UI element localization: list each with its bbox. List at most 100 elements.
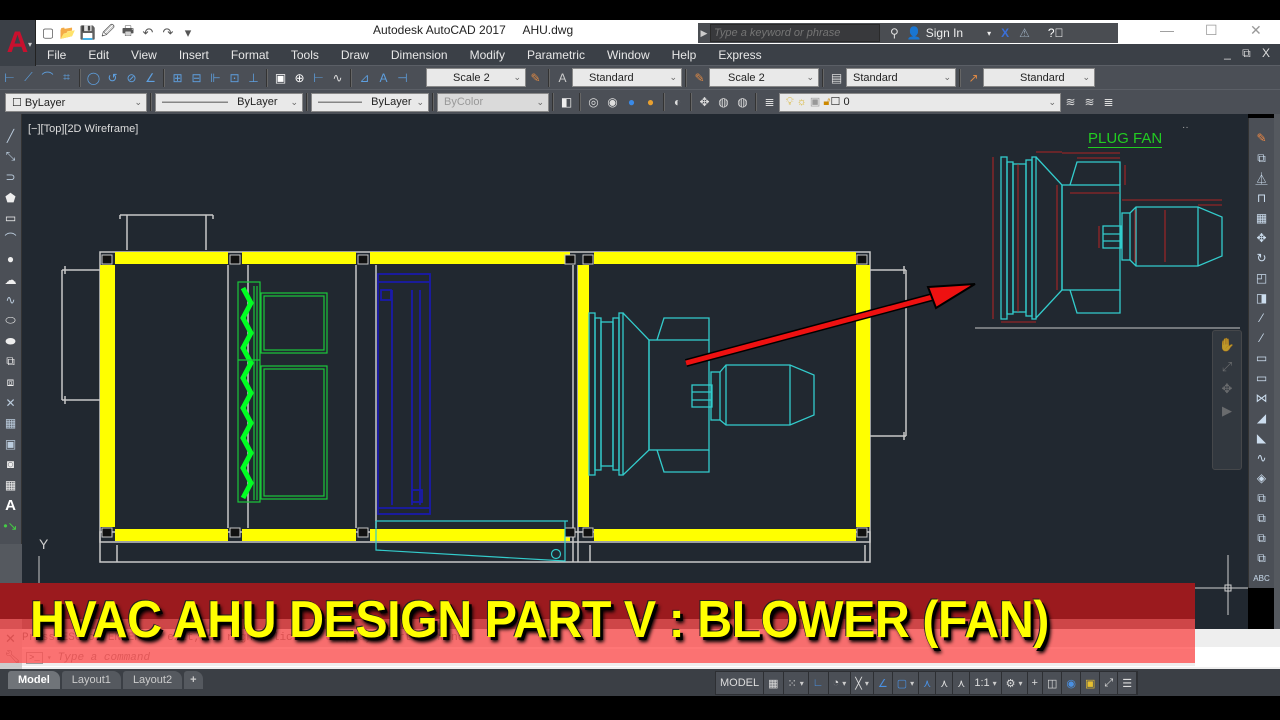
arc-length-icon[interactable]: ⌒: [38, 68, 57, 87]
draw-order-above-icon[interactable]: ⧉: [1252, 528, 1272, 548]
annotation-visibility-icon[interactable]: ⋏: [919, 672, 937, 694]
annotation-scale-select[interactable]: Scale 2 ⌄: [709, 68, 819, 87]
quick-dimension-icon[interactable]: ⊞: [168, 68, 187, 87]
circle-icon[interactable]: ●: [2, 249, 20, 270]
pan-icon[interactable]: ✋: [1219, 337, 1235, 353]
polygon-icon[interactable]: ⬟: [2, 188, 20, 209]
open-icon[interactable]: 📂: [60, 25, 76, 41]
sign-in-button[interactable]: 👤 Sign In ▾: [907, 26, 991, 40]
visual-style-conceptual-icon[interactable]: ●: [641, 93, 660, 112]
ellipse-arc-icon[interactable]: ⬬: [2, 331, 20, 352]
multiline-text-icon[interactable]: A: [2, 495, 20, 516]
revision-cloud-icon[interactable]: ☁: [2, 270, 20, 291]
inspect-icon[interactable]: ⊢: [309, 68, 328, 87]
explode-icon[interactable]: ◈: [1252, 468, 1272, 488]
break-icon[interactable]: ⊥: [244, 68, 263, 87]
drawing-window-controls[interactable]: _ ⧉ X: [1224, 46, 1274, 61]
dimension-update-icon[interactable]: ⊣: [393, 68, 412, 87]
table-style-icon[interactable]: ▤: [827, 68, 846, 87]
copy-icon[interactable]: ⧉: [1252, 148, 1272, 168]
trim-icon[interactable]: ⁄: [1252, 308, 1272, 328]
break-at-point-icon[interactable]: ▭: [1252, 348, 1272, 368]
construction-line-icon[interactable]: ⤡: [2, 147, 20, 168]
continue-icon[interactable]: ⊩: [206, 68, 225, 87]
snap-mode-icon[interactable]: ⁙ ▾: [784, 672, 809, 694]
grid-display-icon[interactable]: ▦: [764, 672, 784, 694]
hatch-icon[interactable]: ▦: [2, 413, 20, 434]
insert-block-icon[interactable]: ⧉: [2, 352, 20, 373]
jogged-linear-icon[interactable]: ∿: [328, 68, 347, 87]
table-style-select[interactable]: Standard ⌄: [846, 68, 956, 87]
draw-order-front-icon[interactable]: ⧉: [1252, 488, 1272, 508]
menu-dimension[interactable]: Dimension: [380, 48, 459, 62]
isolate-objects-icon[interactable]: ◫: [1043, 672, 1063, 694]
orbit-icon[interactable]: ✥: [695, 93, 714, 112]
array-icon[interactable]: ▦: [1252, 208, 1272, 228]
multileader-style-select[interactable]: Standard ⌄: [983, 68, 1095, 87]
table-icon[interactable]: ▦: [2, 475, 20, 496]
workspace-switching-icon[interactable]: ⚙ ▾: [1002, 672, 1028, 694]
radius-icon[interactable]: ◯: [84, 68, 103, 87]
erase-icon[interactable]: ✎: [1252, 128, 1272, 148]
rotate-icon[interactable]: ↻: [1252, 248, 1272, 268]
free-orbit-icon[interactable]: ◍: [714, 93, 733, 112]
visual-styles-manager-icon[interactable]: ◐: [668, 93, 687, 112]
undo-icon[interactable]: ↶: [140, 25, 156, 41]
exchange-apps-icon[interactable]: X: [1001, 26, 1009, 40]
application-menu-button[interactable]: A ▾: [0, 20, 36, 66]
region-icon[interactable]: ◙: [2, 454, 20, 475]
dim-scale-select[interactable]: Scale 2 ⌄: [426, 68, 526, 87]
save-as-icon[interactable]: 🖉: [100, 23, 116, 41]
dimension-edit-icon[interactable]: ⊿: [355, 68, 374, 87]
linear-dimension-icon[interactable]: ⊢: [0, 68, 19, 87]
lineweight-select[interactable]: ———— ByLayer ⌄: [311, 92, 429, 112]
auto-scale-icon[interactable]: ⋏: [936, 672, 954, 694]
minimize-button[interactable]: —: [1160, 22, 1174, 38]
join-icon[interactable]: ⋈: [1252, 388, 1272, 408]
polar-tracking-icon[interactable]: ◔ ▾: [829, 672, 852, 694]
object-snap-tracking-icon[interactable]: ∠: [874, 672, 893, 694]
blend-curves-icon[interactable]: ∿: [1252, 448, 1272, 468]
baseline-icon[interactable]: ⊟: [187, 68, 206, 87]
maximize-button[interactable]: ☐: [1205, 22, 1218, 39]
menu-view[interactable]: View: [120, 48, 168, 62]
menu-edit[interactable]: Edit: [77, 48, 120, 62]
text-to-front-icon[interactable]: ABC: [1252, 568, 1272, 588]
menu-draw[interactable]: Draw: [330, 48, 380, 62]
scale-icon[interactable]: ◰: [1252, 268, 1272, 288]
search-input[interactable]: [710, 24, 880, 42]
menu-parametric[interactable]: Parametric: [516, 48, 596, 62]
chamfer-icon[interactable]: ◢: [1252, 408, 1272, 428]
layer-match-icon[interactable]: ≋: [1080, 93, 1099, 112]
help-icon[interactable]: ?⃝: [1048, 26, 1064, 40]
tab-model[interactable]: Model: [8, 671, 60, 689]
ellipse-icon[interactable]: ⬭: [2, 311, 20, 332]
orbit-icon[interactable]: ✥: [1222, 381, 1233, 397]
angular-icon[interactable]: ∠: [141, 68, 160, 87]
menu-window[interactable]: Window: [596, 48, 661, 62]
ortho-mode-icon[interactable]: ∟: [809, 672, 829, 694]
clean-screen-tray-icon[interactable]: ▣: [1081, 672, 1101, 694]
stretch-icon[interactable]: ◨: [1252, 288, 1272, 308]
spline-icon[interactable]: ∿: [2, 290, 20, 311]
new-layout-tab[interactable]: +: [184, 671, 203, 689]
hardware-acceleration-icon[interactable]: ◉: [1062, 672, 1081, 694]
text-style-icon[interactable]: A: [553, 68, 572, 87]
layer-select[interactable]: 💡︎ ☼ ▣ 🔓︎☐ 0 ⌄: [779, 92, 1061, 112]
center-mark-icon[interactable]: ⊕: [290, 68, 309, 87]
showmotion-icon[interactable]: ▶: [1222, 403, 1232, 419]
visual-style-2d-icon[interactable]: ◎: [584, 93, 603, 112]
layer-properties-icon[interactable]: ≣: [760, 93, 779, 112]
rectangle-icon[interactable]: ▭: [2, 208, 20, 229]
extend-icon[interactable]: ⁄: [1252, 328, 1272, 348]
visual-style-hidden-icon[interactable]: ◉: [603, 93, 622, 112]
multileader-style-icon[interactable]: ↗: [964, 68, 983, 87]
arc-icon[interactable]: ⌒: [2, 229, 20, 250]
tab-layout1[interactable]: Layout1: [61, 671, 121, 689]
aligned-dimension-icon[interactable]: ⟋: [19, 68, 38, 87]
annotation-scale-select[interactable]: 1:1 ▾: [970, 672, 1002, 694]
diameter-icon[interactable]: ⊘: [122, 68, 141, 87]
linetype-select[interactable]: —————— ByLayer ⌄: [155, 92, 303, 112]
ordinate-icon[interactable]: ⌗: [57, 68, 76, 87]
menu-tools[interactable]: Tools: [280, 48, 330, 62]
